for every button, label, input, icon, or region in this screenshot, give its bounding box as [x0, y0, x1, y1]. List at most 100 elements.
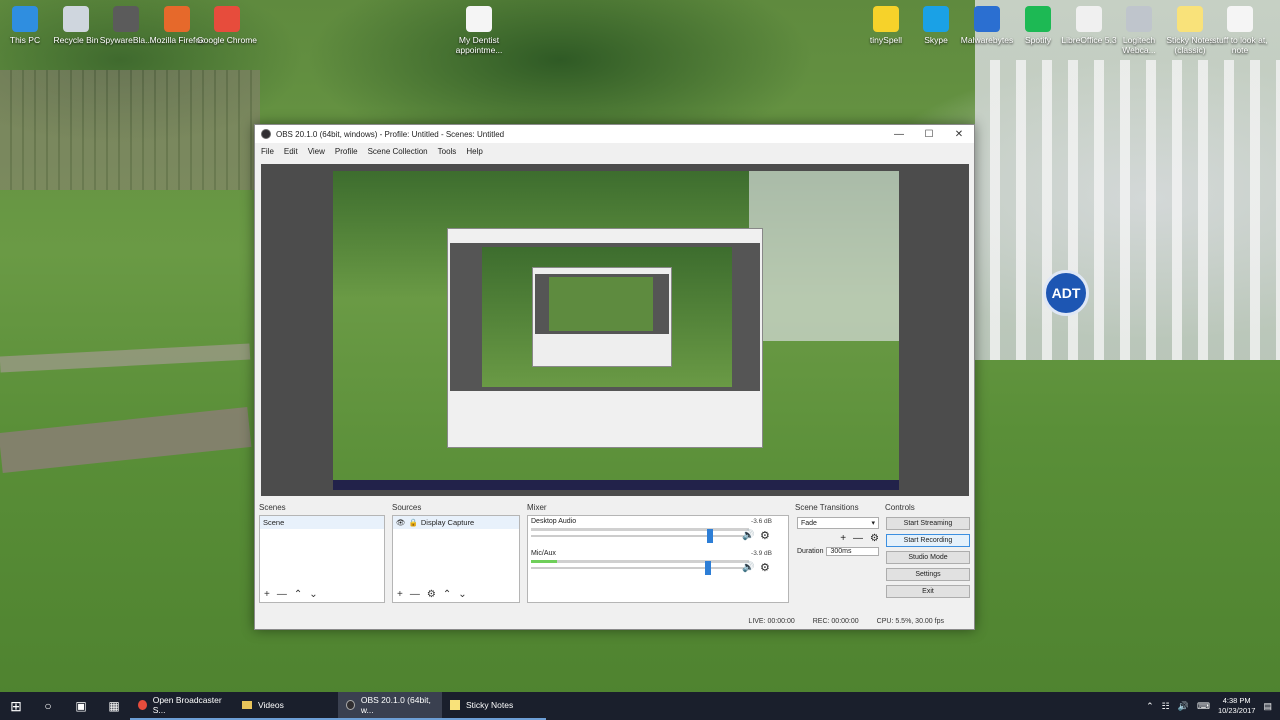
eye-icon[interactable]: 👁: [396, 518, 406, 527]
volume-icon[interactable]: 🔊: [1178, 701, 1189, 712]
taskbar-item-chrome[interactable]: Open Broadcaster S...: [130, 692, 234, 720]
spyware-icon: [113, 6, 139, 32]
folder-icon: [242, 701, 252, 709]
start-streaming-button[interactable]: Start Streaming: [886, 517, 970, 530]
move-down-icon[interactable]: ⌄: [458, 589, 466, 600]
pinned-app-icon[interactable]: ▦: [98, 692, 130, 720]
transition-select[interactable]: Fade ▾: [797, 517, 879, 529]
channel-db: -3.9 dB: [751, 550, 772, 557]
controls-title: Controls: [885, 503, 915, 512]
move-down-icon[interactable]: ⌄: [309, 589, 317, 600]
sources-buttons: + — ⚙ ⌃ ⌄: [397, 589, 467, 600]
studio-mode-button[interactable]: Studio Mode: [886, 551, 970, 564]
porch-railing: [990, 60, 1280, 360]
minimize-button[interactable]: —: [884, 129, 914, 140]
speaker-icon[interactable]: 🔊: [742, 562, 754, 573]
gear-icon[interactable]: ⚙: [427, 589, 436, 600]
start-button[interactable]: ⊞: [0, 692, 32, 720]
preview-taskbar: [333, 480, 899, 490]
source-item-label: Display Capture: [420, 518, 475, 527]
source-item[interactable]: 👁 🔒 Display Capture: [393, 516, 519, 529]
menu-view[interactable]: View: [308, 147, 325, 156]
lock-icon[interactable]: 🔒: [409, 518, 418, 527]
skype-icon: [923, 6, 949, 32]
tray-chevron-icon[interactable]: ⌃: [1146, 701, 1154, 712]
keyboard-icon[interactable]: ⌨: [1197, 701, 1210, 712]
chevron-down-icon: ▾: [871, 520, 875, 527]
display-capture-preview: [333, 171, 899, 490]
volume-slider[interactable]: [531, 561, 749, 575]
nested-obs-window-2: [532, 267, 672, 367]
remove-icon[interactable]: —: [853, 533, 863, 544]
maximize-button[interactable]: ☐: [914, 129, 944, 140]
controls-dock: Controls Start Streaming Start Recording…: [885, 503, 971, 611]
desktop-icon[interactable]: Google Chrome: [197, 0, 257, 45]
notifications-icon[interactable]: ▤: [1263, 701, 1272, 712]
preview-area[interactable]: [261, 164, 969, 496]
slider-knob[interactable]: [704, 561, 711, 575]
backyard-fence: [0, 70, 260, 190]
nested-obs-window: [447, 228, 763, 448]
firefox-icon: [164, 6, 190, 32]
transitions-title: Scene Transitions: [795, 503, 859, 512]
transitions-body: Fade ▾ + — ⚙ Duration 300ms: [795, 515, 881, 558]
mixer-title: Mixer: [527, 503, 547, 512]
slider-knob[interactable]: [706, 529, 713, 543]
close-button[interactable]: ✕: [944, 129, 974, 140]
taskbar-item-videos[interactable]: Videos: [234, 692, 338, 720]
mixer-dock: Mixer Desktop Audio -3.6 dB 🔊 ⚙ Mic/Aux …: [527, 503, 789, 611]
add-icon[interactable]: +: [264, 589, 270, 600]
move-up-icon[interactable]: ⌃: [294, 589, 302, 600]
menu-help[interactable]: Help: [466, 147, 482, 156]
search-icon[interactable]: ○: [32, 692, 64, 720]
scenes-buttons: + — ⌃ ⌄: [264, 589, 318, 600]
taskbar-item-sticky-notes[interactable]: Sticky Notes: [442, 692, 546, 720]
chrome-icon: [214, 6, 240, 32]
start-recording-button[interactable]: Start Recording: [886, 534, 970, 547]
gear-icon[interactable]: ⚙: [760, 529, 770, 542]
malwarebytes-icon: [974, 6, 1000, 32]
scenes-dock: Scenes Scene + — ⌃ ⌄: [259, 503, 385, 611]
duration-input[interactable]: 300ms: [826, 547, 879, 556]
network-icon[interactable]: ☷: [1162, 701, 1170, 712]
volume-slider[interactable]: [531, 529, 749, 543]
clock[interactable]: 4:38 PM 10/23/2017: [1218, 696, 1256, 716]
menu-scene-collection[interactable]: Scene Collection: [368, 147, 428, 156]
mixer-channel: Mic/Aux -3.9 dB 🔊 ⚙: [528, 548, 788, 580]
document-icon: [466, 6, 492, 32]
transition-selected: Fade: [801, 519, 817, 527]
task-view-icon[interactable]: ▣: [64, 692, 98, 720]
speaker-icon[interactable]: 🔊: [742, 530, 754, 541]
preview-house: [749, 171, 899, 341]
exit-button[interactable]: Exit: [886, 585, 970, 598]
backyard-bench: [0, 407, 252, 473]
cpu-status: CPU: 5.5%, 30.00 fps: [876, 617, 944, 625]
taskbar-item-obs[interactable]: OBS 20.1.0 (64bit, w...: [338, 692, 442, 720]
scenes-panel: Scene + — ⌃ ⌄: [259, 515, 385, 603]
settings-button[interactable]: Settings: [886, 568, 970, 581]
desktop-icon[interactable]: My Dentist appointme...: [449, 0, 509, 55]
sources-title: Sources: [392, 503, 422, 512]
add-icon[interactable]: +: [840, 533, 846, 544]
menu-edit[interactable]: Edit: [284, 147, 298, 156]
add-icon[interactable]: +: [397, 589, 403, 600]
task-label: Videos: [258, 700, 284, 710]
scene-item[interactable]: Scene: [260, 516, 384, 529]
gear-icon[interactable]: ⚙: [870, 533, 879, 544]
remove-icon[interactable]: —: [410, 589, 420, 600]
obs-titlebar[interactable]: OBS 20.1.0 (64bit, windows) - Profile: U…: [255, 125, 974, 143]
libreoffice-icon: [1076, 6, 1102, 32]
adt-sign: ADT: [1043, 270, 1089, 316]
gear-icon[interactable]: ⚙: [760, 561, 770, 574]
menu-file[interactable]: File: [261, 147, 274, 156]
sticky-notes-icon: [450, 700, 460, 710]
menu-tools[interactable]: Tools: [438, 147, 457, 156]
tinyspell-icon: [873, 6, 899, 32]
remove-icon[interactable]: —: [277, 589, 287, 600]
sticky-notes-icon: [1177, 6, 1203, 32]
move-up-icon[interactable]: ⌃: [443, 589, 451, 600]
desktop-icon[interactable]: stuff to look at, note: [1210, 0, 1270, 55]
menu-profile[interactable]: Profile: [335, 147, 358, 156]
channel-name: Desktop Audio: [531, 518, 577, 525]
sources-dock: Sources 👁 🔒 Display Capture + — ⚙ ⌃ ⌄: [392, 503, 520, 611]
